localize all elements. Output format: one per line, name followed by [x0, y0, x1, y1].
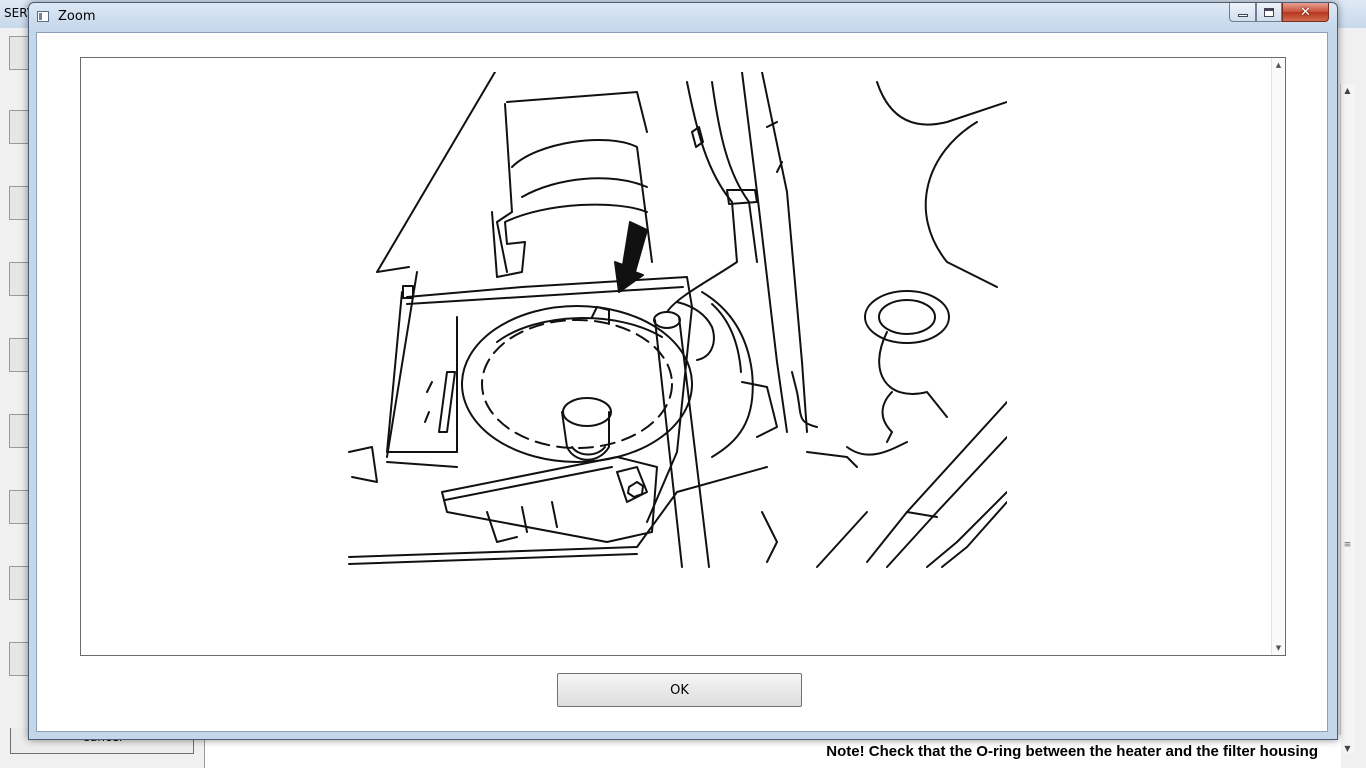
scroll-down-arrow-icon[interactable]: ▼: [1272, 641, 1285, 655]
dialog-title: Zoom: [58, 9, 96, 24]
scroll-up-arrow-icon[interactable]: ▲: [1272, 58, 1285, 72]
maximize-icon: [1264, 7, 1274, 17]
minimize-button[interactable]: [1229, 3, 1256, 22]
minimize-icon: [1237, 14, 1248, 17]
dialog-content: ▲ ▼ OK: [36, 32, 1328, 732]
close-icon: ✕: [1300, 4, 1311, 20]
ok-button[interactable]: OK: [557, 673, 802, 707]
fuel-filter-heater-illustration-icon: [348, 72, 1007, 568]
scroll-grip-icon[interactable]: ≡: [1341, 540, 1354, 552]
scroll-down-arrow-icon[interactable]: ▼: [1341, 742, 1354, 756]
zoom-dialog: Zoom ✕ ▲ ▼ OK: [28, 2, 1338, 740]
close-button[interactable]: ✕: [1282, 3, 1329, 22]
scroll-up-arrow-icon[interactable]: ▲: [1341, 84, 1354, 98]
image-vertical-scrollbar[interactable]: ▲ ▼: [1271, 58, 1285, 655]
background-scrollbar[interactable]: [1340, 84, 1355, 754]
window-app-icon[interactable]: [37, 11, 49, 22]
maximize-button[interactable]: [1256, 3, 1282, 22]
note-text: Note! Check that the O-ring between the …: [826, 743, 1318, 760]
zoom-image-frame: ▲ ▼: [80, 57, 1286, 656]
dialog-titlebar[interactable]: Zoom ✕: [29, 3, 1337, 31]
